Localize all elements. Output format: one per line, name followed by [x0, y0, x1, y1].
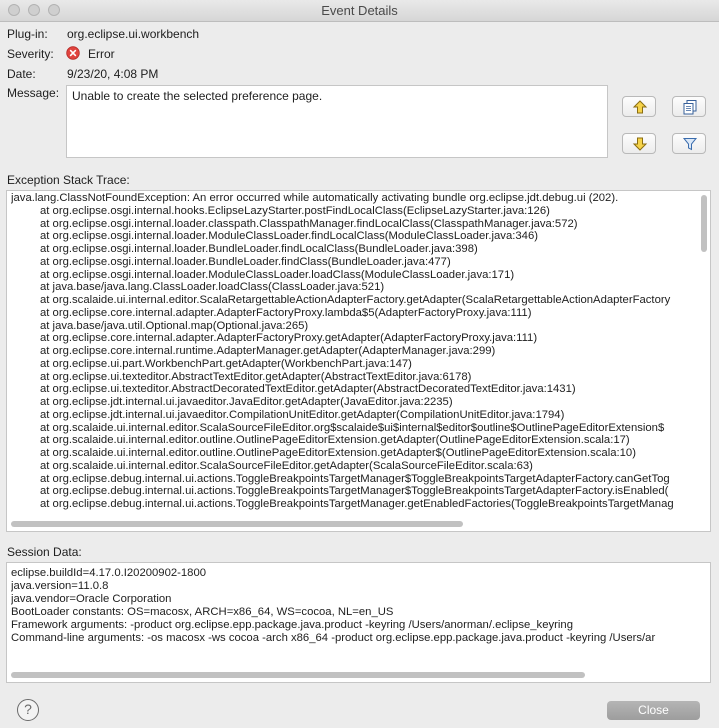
severity-value: Error	[88, 47, 115, 61]
trace-line: at org.scalaide.ui.internal.editor.Scala…	[40, 421, 665, 434]
close-button[interactable]: Close	[607, 701, 700, 720]
stack-trace-text: java.lang.ClassNotFoundException: An err…	[11, 192, 696, 515]
window-title: Event Details	[321, 3, 398, 18]
date-label: Date:	[7, 67, 36, 81]
session-line: Framework arguments: -product org.eclips…	[11, 619, 573, 631]
trace-vertical-scrollbar[interactable]	[701, 195, 707, 252]
session-line: Command-line arguments: -os macosx -ws c…	[11, 632, 656, 644]
trace-line: at org.scalaide.ui.internal.editor.outli…	[40, 434, 630, 447]
trace-horizontal-scrollbar[interactable]	[11, 521, 463, 527]
severity-label: Severity:	[7, 47, 54, 61]
filter-button[interactable]	[672, 133, 706, 154]
trace-line: at org.eclipse.osgi.internal.loader.Bund…	[40, 243, 478, 255]
date-value: 9/23/20, 4:08 PM	[67, 67, 159, 81]
copy-button[interactable]	[672, 96, 706, 117]
trace-line: at org.eclipse.core.internal.runtime.Ada…	[40, 345, 496, 357]
trace-line: at org.eclipse.jdt.internal.ui.javaedito…	[40, 408, 565, 421]
trace-line: at org.eclipse.jdt.internal.ui.javaedito…	[40, 396, 453, 408]
session-line: BootLoader constants: OS=macosx, ARCH=x8…	[11, 606, 394, 618]
trace-line: at org.eclipse.osgi.internal.loader.Modu…	[40, 268, 515, 281]
plugin-label: Plug-in:	[7, 27, 48, 41]
session-data-text: eclipse.buildId=4.17.0.I20200902-1800 jav…	[11, 567, 706, 667]
session-label: Session Data:	[7, 545, 82, 559]
trace-line: at org.scalaide.ui.internal.editor.Scala…	[40, 294, 671, 306]
arrow-up-icon	[632, 100, 648, 114]
trace-line: at org.eclipse.osgi.internal.hooks.Eclip…	[40, 204, 550, 217]
trace-line: at org.eclipse.debug.internal.ui.actions…	[40, 485, 669, 498]
title-bar: Event Details	[0, 0, 719, 22]
trace-line: at org.eclipse.ui.texteditor.AbstractTex…	[40, 370, 472, 383]
session-line: java.version=11.0.8	[11, 580, 109, 592]
filter-icon	[682, 138, 698, 151]
message-field[interactable]: Unable to create the selected preference…	[66, 85, 608, 158]
trace-line: at org.eclipse.debug.internal.ui.actions…	[40, 498, 674, 510]
trace-line: at org.eclipse.core.internal.adapter.Ada…	[40, 332, 538, 345]
session-line: eclipse.buildId=4.17.0.I20200902-1800	[11, 567, 207, 579]
trace-line: at org.eclipse.debug.internal.ui.actions…	[40, 472, 670, 485]
trace-line: at java.base/java.util.Optional.map(Opti…	[40, 319, 309, 332]
session-horizontal-scrollbar[interactable]	[11, 672, 585, 678]
stack-trace-field[interactable]: java.lang.ClassNotFoundException: An err…	[6, 190, 711, 532]
session-line: java.vendor=Oracle Corporation	[11, 593, 172, 605]
plugin-value: org.eclipse.ui.workbench	[67, 27, 200, 41]
message-text: Unable to create the selected preference…	[72, 89, 323, 103]
previous-event-button[interactable]	[622, 96, 656, 117]
trace-line: at org.eclipse.osgi.internal.loader.clas…	[40, 217, 578, 230]
help-button[interactable]: ?	[17, 699, 39, 721]
help-icon: ?	[24, 701, 32, 717]
message-label: Message:	[7, 86, 60, 100]
trace-line: java.lang.ClassNotFoundException: An err…	[11, 192, 619, 204]
trace-label: Exception Stack Trace:	[7, 173, 130, 187]
trace-line: at org.eclipse.ui.texteditor.AbstractDec…	[40, 383, 576, 396]
trace-line: at org.eclipse.osgi.internal.loader.Modu…	[40, 230, 538, 243]
arrow-down-icon	[632, 137, 648, 151]
trace-line: at java.base/java.lang.ClassLoader.loadC…	[40, 281, 385, 294]
trace-line: at org.eclipse.ui.part.WorkbenchPart.get…	[40, 357, 412, 370]
trace-line: at org.scalaide.ui.internal.editor.outli…	[40, 447, 636, 459]
trace-line: at org.eclipse.osgi.internal.loader.Bund…	[40, 255, 451, 268]
trace-line: at org.scalaide.ui.internal.editor.Scala…	[40, 459, 533, 472]
copy-icon	[683, 100, 697, 115]
next-event-button[interactable]	[622, 133, 656, 154]
trace-line: at org.eclipse.core.internal.adapter.Ada…	[40, 306, 532, 319]
error-icon	[66, 46, 80, 60]
session-data-field[interactable]: eclipse.buildId=4.17.0.I20200902-1800 jav…	[6, 562, 711, 683]
